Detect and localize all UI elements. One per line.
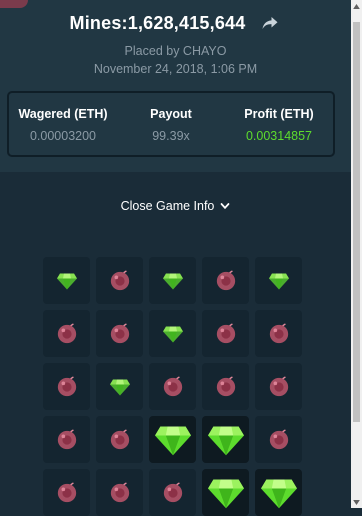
wagered-label: Wagered (ETH)	[18, 107, 108, 121]
mine-icon	[56, 428, 78, 451]
gem-icon	[207, 424, 244, 456]
mine-icon	[215, 375, 237, 398]
gem-icon	[56, 272, 77, 290]
gem-icon	[207, 477, 244, 509]
tile-mine-r4-c0[interactable]	[43, 469, 90, 516]
tile-mine-r2-c4[interactable]	[255, 363, 302, 410]
tile-gem-r4-c4[interactable]	[255, 469, 302, 516]
mine-icon	[109, 481, 131, 504]
tile-gem-r3-c2[interactable]	[149, 416, 196, 463]
mine-icon	[56, 375, 78, 398]
chevron-down-icon	[220, 203, 230, 210]
gem-icon	[154, 424, 191, 456]
gem-icon	[260, 477, 297, 509]
tile-gem-r4-c3[interactable]	[202, 469, 249, 516]
tile-mine-r0-c1[interactable]	[96, 257, 143, 304]
close-game-info-button[interactable]: Close Game Info	[0, 199, 351, 213]
mine-icon	[56, 322, 78, 345]
tile-gem-r2-c1[interactable]	[96, 363, 143, 410]
tile-mine-r3-c0[interactable]	[43, 416, 90, 463]
gem-icon	[162, 325, 183, 343]
mine-icon	[215, 269, 237, 292]
mine-icon	[268, 375, 290, 398]
mine-icon	[215, 322, 237, 345]
scroll-up-arrow-icon[interactable]	[351, 0, 362, 12]
game-info-panel: Mines:1,628,415,644 Placed by CHAYO Nove…	[0, 0, 351, 172]
tile-mine-r2-c0[interactable]	[43, 363, 90, 410]
decoration	[0, 0, 28, 8]
tile-mine-r1-c0[interactable]	[43, 310, 90, 357]
wagered-stat: Wagered (ETH) 0.00003200	[9, 93, 117, 155]
mines-board	[43, 257, 302, 516]
tile-mine-r2-c2[interactable]	[149, 363, 196, 410]
share-arrow-icon[interactable]	[259, 12, 281, 34]
mine-icon	[109, 269, 131, 292]
gem-icon	[162, 272, 183, 290]
gem-icon	[268, 272, 289, 290]
tile-mine-r1-c4[interactable]	[255, 310, 302, 357]
tile-mine-r3-c4[interactable]	[255, 416, 302, 463]
wagered-value: 0.00003200	[29, 129, 97, 143]
mine-icon	[109, 322, 131, 345]
tile-gem-r0-c4[interactable]	[255, 257, 302, 304]
placed-by: Placed by CHAYO	[124, 44, 227, 58]
tile-gem-r0-c2[interactable]	[149, 257, 196, 304]
mine-icon	[162, 375, 184, 398]
tile-gem-r1-c2[interactable]	[149, 310, 196, 357]
stats-box: Wagered (ETH) 0.00003200 Payout 99.39x P…	[7, 91, 335, 157]
tile-mine-r1-c1[interactable]	[96, 310, 143, 357]
mine-icon	[109, 428, 131, 451]
bet-date: November 24, 2018, 1:06 PM	[93, 62, 258, 76]
payout-label: Payout	[150, 107, 192, 121]
bet-title: Mines:1,628,415,644	[69, 12, 246, 33]
tile-mine-r1-c3[interactable]	[202, 310, 249, 357]
payout-stat: Payout 99.39x	[117, 93, 225, 155]
toggle-label: Close Game Info	[120, 199, 215, 213]
tile-mine-r4-c1[interactable]	[96, 469, 143, 516]
scrollbar-thumb[interactable]	[353, 22, 360, 422]
profit-value: 0.00314857	[245, 129, 313, 143]
tile-gem-r3-c3[interactable]	[202, 416, 249, 463]
profit-stat: Profit (ETH) 0.00314857	[225, 93, 333, 155]
gem-icon	[109, 378, 130, 396]
profit-label: Profit (ETH)	[244, 107, 314, 121]
tile-gem-r0-c0[interactable]	[43, 257, 90, 304]
mine-icon	[268, 428, 290, 451]
tile-mine-r4-c2[interactable]	[149, 469, 196, 516]
scrollbar[interactable]	[351, 0, 362, 508]
mine-icon	[162, 481, 184, 504]
tile-mine-r0-c3[interactable]	[202, 257, 249, 304]
tile-mine-r2-c3[interactable]	[202, 363, 249, 410]
payout-value: 99.39x	[152, 129, 190, 143]
mine-icon	[56, 481, 78, 504]
tile-mine-r3-c1[interactable]	[96, 416, 143, 463]
scroll-down-arrow-icon[interactable]	[351, 496, 362, 508]
mine-icon	[268, 322, 290, 345]
header: Mines:1,628,415,644	[0, 10, 351, 36]
